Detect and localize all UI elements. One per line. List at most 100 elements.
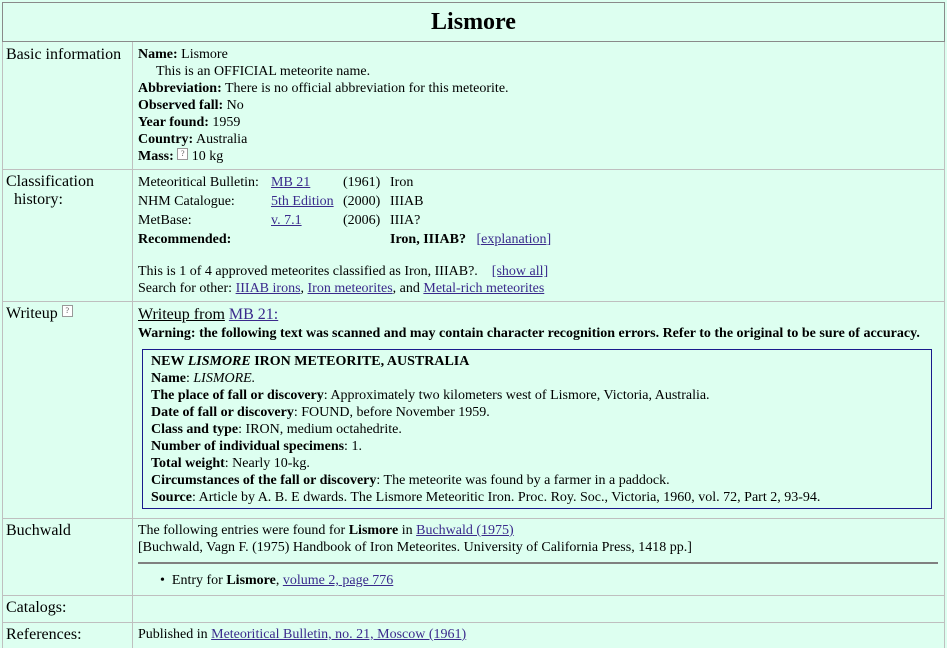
catalogs-label: Catalogs: bbox=[3, 595, 133, 622]
buchwald-intro-name: Lismore bbox=[348, 523, 399, 538]
show-all-link[interactable]: [show all] bbox=[492, 264, 548, 279]
classification-label-line1: Classification bbox=[6, 173, 94, 190]
field-value: IRON, medium octahedrite. bbox=[245, 422, 402, 437]
writeup-row: Writeup ? Writeup from MB 21: Warning: t… bbox=[2, 301, 945, 519]
help-icon[interactable]: ? bbox=[177, 148, 189, 160]
field-label: Number of individual specimens bbox=[151, 439, 345, 454]
buchwald-intro-in: in bbox=[401, 523, 413, 538]
recommended-value: Iron, IIIAB? bbox=[390, 231, 466, 247]
catalogs-content bbox=[134, 595, 944, 622]
abbrev-value: There is no official abbreviation for th… bbox=[225, 81, 509, 96]
field-value: Nearly 10-kg. bbox=[232, 456, 310, 471]
buchwald-link[interactable]: Buchwald (1975) bbox=[416, 523, 514, 538]
classification-row-recommended: Recommended: Iron, IIIAB? [explanation] bbox=[138, 230, 555, 249]
search-link-metal[interactable]: Metal-rich meteorites bbox=[423, 281, 544, 296]
class-value: IIIAB bbox=[390, 193, 424, 209]
classification-row-metbase: MetBase: v. 7.1 (2006) IIIA? bbox=[138, 211, 555, 230]
writeup-from-prefix: Writeup from bbox=[138, 306, 225, 323]
buchwald-content: The following entries were found for Lis… bbox=[134, 518, 944, 595]
writeup-source-link[interactable]: MB 21: bbox=[229, 306, 278, 323]
classification-table: Meteoritical Bulletin: MB 21 (1961) Iron… bbox=[138, 173, 555, 249]
abbrev-label: Abbreviation: bbox=[138, 81, 222, 96]
observed-label: Observed fall: bbox=[138, 98, 224, 113]
basic-info-label: Basic information bbox=[3, 42, 133, 169]
classification-row-nhm: NHM Catalogue: 5th Edition (2000) IIIAB bbox=[138, 192, 555, 211]
year-value: 1959 bbox=[212, 115, 241, 130]
field-label: Circumstances of the fall or discovery bbox=[151, 473, 377, 488]
field-value: The meteorite was found by a farmer in a… bbox=[383, 473, 670, 488]
catalogs-row: Catalogs: bbox=[2, 595, 945, 623]
class-year: (2000) bbox=[343, 193, 381, 209]
field-label: The place of fall or discovery bbox=[151, 388, 324, 403]
mass-label: Mass: bbox=[138, 149, 174, 164]
classification-label: Classification history: bbox=[3, 169, 133, 301]
help-icon[interactable]: ? bbox=[61, 305, 73, 317]
class-source: Meteoritical Bulletin: bbox=[138, 174, 259, 190]
writeup-label: Writeup ? bbox=[3, 301, 133, 518]
recommended-label: Recommended: bbox=[138, 231, 232, 247]
writeup-content: Writeup from MB 21: Warning: the followi… bbox=[134, 301, 944, 518]
country-label: Country: bbox=[138, 132, 194, 147]
writeup-heading: NEW LISMORE IRON METEORITE, AUSTRALIA bbox=[151, 353, 923, 370]
class-source: MetBase: bbox=[138, 212, 192, 228]
field-label: Name bbox=[151, 371, 186, 386]
references-row: References: Published in Meteoritical Bu… bbox=[2, 622, 945, 648]
basic-info-row: Basic information Name: Lismore This is … bbox=[2, 42, 945, 170]
mass-value: 10 kg bbox=[191, 149, 224, 164]
field-label: Source bbox=[151, 490, 192, 505]
field-label: Date of fall or discovery bbox=[151, 405, 294, 420]
publication-link[interactable]: Meteoritical Bulletin, no. 21, Moscow (1… bbox=[211, 627, 466, 642]
entry-pre: Entry for bbox=[171, 573, 223, 588]
buchwald-entry: • Entry for Lismore, volume 2, page 776 bbox=[160, 573, 394, 588]
country-value: Australia bbox=[195, 132, 248, 147]
classification-row-mb: Meteoritical Bulletin: MB 21 (1961) Iron bbox=[138, 173, 555, 192]
classification-content: Meteoritical Bulletin: MB 21 (1961) Iron… bbox=[134, 169, 944, 301]
field-value: LISMORE. bbox=[193, 371, 256, 386]
buchwald-label: Buchwald bbox=[3, 518, 133, 595]
classification-label-line2: history: bbox=[14, 191, 63, 208]
field-value: Approximately two kilometers west of Lis… bbox=[330, 388, 710, 403]
writeup-label-text: Writeup bbox=[6, 305, 58, 322]
class-source: NHM Catalogue: bbox=[138, 193, 235, 209]
search-prefix: Search for other: bbox=[138, 281, 233, 296]
field-value: Article by A. B. E dwards. The Lismore M… bbox=[198, 490, 821, 505]
heading-italic: LISMORE bbox=[187, 354, 251, 369]
search-and: , and bbox=[392, 281, 420, 296]
divider bbox=[138, 562, 938, 564]
class-ref-link[interactable]: 5th Edition bbox=[271, 194, 334, 209]
class-value: IIIA? bbox=[390, 212, 421, 228]
class-ref-link[interactable]: v. 7.1 bbox=[271, 213, 302, 228]
page-title: Lismore bbox=[2, 2, 945, 42]
buchwald-row: Buchwald The following entries were foun… bbox=[2, 518, 945, 596]
classification-count: This is 1 of 4 approved meteorites class… bbox=[138, 264, 478, 279]
buchwald-intro: The following entries were found for bbox=[138, 523, 346, 538]
field-label: Total weight bbox=[151, 456, 225, 471]
field-value: FOUND, before November 1959. bbox=[301, 405, 490, 420]
field-label: Class and type bbox=[151, 422, 239, 437]
explanation-link[interactable]: [explanation] bbox=[477, 232, 552, 247]
field-value: 1. bbox=[351, 439, 362, 454]
meteorite-page: Lismore Basic information Name: Lismore … bbox=[0, 0, 947, 648]
class-value: Iron bbox=[390, 174, 414, 190]
search-link-iron[interactable]: Iron meteorites bbox=[308, 281, 393, 296]
pub-prefix: Published in bbox=[138, 627, 208, 642]
entry-link[interactable]: volume 2, page 776 bbox=[283, 573, 393, 588]
writeup-text-box: NEW LISMORE IRON METEORITE, AUSTRALIA Na… bbox=[142, 349, 932, 509]
heading-pre: NEW bbox=[151, 354, 185, 369]
observed-value: No bbox=[226, 98, 244, 113]
official-note: This is an OFFICIAL meteorite name. bbox=[156, 64, 371, 79]
name-value: Lismore bbox=[181, 47, 228, 62]
buchwald-citation: [Buchwald, Vagn F. (1975) Handbook of Ir… bbox=[138, 540, 692, 555]
year-label: Year found: bbox=[138, 115, 209, 130]
search-link-iiiab[interactable]: IIIAB irons bbox=[236, 281, 301, 296]
classification-row: Classification history: Meteoritical Bul… bbox=[2, 169, 945, 302]
basic-info-content: Name: Lismore This is an OFFICIAL meteor… bbox=[134, 42, 944, 169]
class-year: (1961) bbox=[343, 174, 381, 190]
heading-post: IRON METEORITE, AUSTRALIA bbox=[254, 354, 470, 369]
name-label: Name: bbox=[138, 47, 178, 62]
entry-name: Lismore bbox=[226, 573, 276, 588]
class-ref-link[interactable]: MB 21 bbox=[271, 175, 310, 190]
references-label: References: bbox=[3, 622, 133, 648]
references-content: Published in Meteoritical Bulletin, no. … bbox=[134, 622, 944, 648]
class-year: (2006) bbox=[343, 212, 381, 228]
